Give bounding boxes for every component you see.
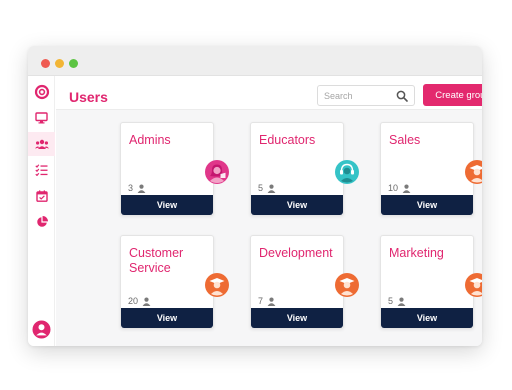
minimize-window-dot[interactable]	[55, 59, 64, 68]
pink-avatar-icon	[205, 160, 229, 184]
graduate-avatar-icon	[335, 273, 359, 297]
group-name: Admins	[129, 133, 171, 147]
view-button[interactable]: View	[121, 308, 213, 328]
group-name: Educators	[259, 133, 316, 147]
sidebar	[28, 76, 55, 346]
member-count: 10	[388, 183, 411, 193]
close-window-dot[interactable]	[41, 59, 50, 68]
checklist-icon[interactable]	[28, 158, 55, 182]
member-count: 20	[128, 296, 151, 306]
member-count-value: 5	[388, 296, 394, 306]
title-bar	[28, 46, 482, 76]
graduate-avatar-icon	[465, 160, 482, 184]
user-icon	[267, 184, 276, 193]
main-content: Users Create group Admins 3	[56, 76, 482, 346]
member-count-value: 10	[388, 183, 399, 193]
monitor-icon[interactable]	[28, 106, 55, 130]
teal-avatar-icon	[335, 160, 359, 184]
graduate-avatar-icon	[205, 273, 229, 297]
group-name: Marketing	[389, 246, 444, 260]
group-card-marketing[interactable]: Marketing 5 View	[380, 235, 482, 329]
member-count-value: 7	[258, 296, 264, 306]
member-count-value: 5	[258, 183, 264, 193]
member-count-value: 20	[128, 296, 139, 306]
group-card-development[interactable]: Development 7 View	[250, 235, 359, 329]
group-name: Development	[259, 246, 333, 260]
user-icon	[267, 297, 276, 306]
view-button[interactable]: View	[251, 195, 343, 215]
users-icon[interactable]	[28, 132, 55, 156]
profile-icon[interactable]	[28, 317, 55, 341]
group-card-educators[interactable]: Educators 5 View	[250, 122, 359, 216]
view-button[interactable]: View	[251, 308, 343, 328]
top-bar: Users Create group	[56, 76, 482, 110]
member-count: 3	[128, 183, 146, 193]
pie-chart-icon[interactable]	[28, 210, 55, 234]
search-icon[interactable]	[396, 89, 408, 107]
graduate-avatar-icon	[465, 273, 482, 297]
user-icon	[142, 297, 151, 306]
member-count: 5	[388, 296, 406, 306]
group-card-customer-service[interactable]: Customer Service 20 View	[120, 235, 229, 329]
page-title: Users	[69, 89, 108, 105]
member-count: 7	[258, 296, 276, 306]
member-count: 5	[258, 183, 276, 193]
group-card-admins[interactable]: Admins 3 View	[120, 122, 229, 216]
maximize-window-dot[interactable]	[69, 59, 78, 68]
view-button[interactable]: View	[121, 195, 213, 215]
user-icon	[137, 184, 146, 193]
calendar-icon[interactable]	[28, 184, 55, 208]
user-icon	[397, 297, 406, 306]
view-button[interactable]: View	[381, 308, 473, 328]
create-group-button[interactable]: Create group	[423, 84, 482, 106]
member-count-value: 3	[128, 183, 134, 193]
group-name: Sales	[389, 133, 421, 147]
logo-icon[interactable]	[28, 80, 55, 104]
user-icon	[402, 184, 411, 193]
view-button[interactable]: View	[381, 195, 473, 215]
app-window: Users Create group Admins 3	[28, 46, 482, 346]
group-card-sales[interactable]: Sales 10 View	[380, 122, 482, 216]
group-name: Customer Service	[129, 246, 184, 275]
